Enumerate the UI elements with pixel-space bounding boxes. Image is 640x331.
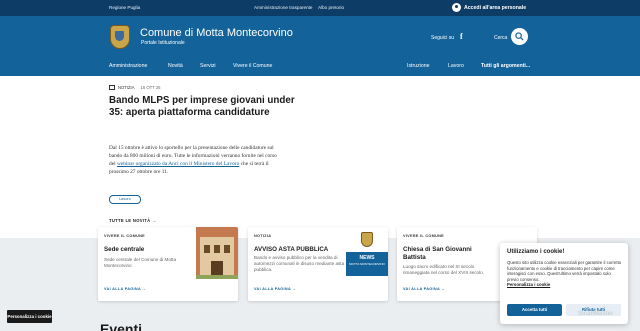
featured-section: NOTIZIA 16 OTT 25 Bando MLPS per imprese… [0,76,640,238]
nav-item-vivere[interactable]: Vivere il Comune [233,63,272,69]
calendar-icon [109,85,115,90]
card-link-label: VAI ALLA PAGINA [403,287,440,291]
nav-item-istruzione[interactable]: Istruzione [407,63,430,69]
albo-link[interactable]: Albo pretorio [318,5,344,10]
thumbnail-town-label: MOTTA MONTECORVINO [349,262,385,266]
watermark: SicanMaster [578,311,614,317]
cookie-text: Questo sito utilizza cookie essenziali p… [507,260,623,288]
news-meta: NOTIZIA 16 OTT 25 [109,85,160,90]
search-icon [515,32,524,41]
nav-item-argomenti[interactable]: Tutti gli argomenti... [481,63,530,69]
card-title[interactable]: Chiesa di San Giovanni Battista [403,246,493,262]
nav-item-amministrazione[interactable]: Amministrazione [109,63,147,69]
login-button[interactable]: Accedi all'area personale [452,3,526,12]
main-nav: Amministrazione Novità Servizi Vivere il… [0,59,640,76]
article-title[interactable]: Bando MLPS per imprese giovani under 35:… [109,95,299,119]
card-link-label: VAI ALLA PAGINA [254,287,291,291]
building-image [196,227,238,279]
site-header: Comune di Motta Montecorvino Portale Ist… [0,16,640,59]
arrow-right-icon: → [140,287,147,291]
top-bar: Regione Puglia Amministrazione trasparen… [0,0,640,16]
card-category: VIVERE IL COMUNE [104,234,146,238]
webinar-link[interactable]: webinar organizzato da Anci con il Minis… [117,161,239,167]
news-date: 16 OTT 25 [140,85,161,90]
crest-logo[interactable] [110,25,130,49]
news-category: NOTIZIA [118,85,135,90]
all-news-label: TUTTE LE NOVITÀ [109,218,151,223]
cookie-settings-link[interactable]: Personalizza i cookie [507,282,550,287]
arrow-right-icon: → [290,287,297,291]
personalize-cookie-button[interactable]: Personalizza i cookie [7,310,52,323]
card-category: VIVERE IL COMUNE [403,234,445,238]
card-link[interactable]: VAI ALLA PAGINA → [254,287,296,291]
facebook-icon[interactable]: f [460,32,463,41]
region-link[interactable]: Regione Puglia [109,5,140,10]
search-label: Cerca [494,35,508,41]
card-link[interactable]: VAI ALLA PAGINA → [403,287,445,291]
user-icon [452,3,461,12]
card-link[interactable]: VAI ALLA PAGINA → [104,287,146,291]
card-category: NOTIZIA [254,234,272,238]
card-title[interactable]: AVVISO ASTA PUBBLICA [254,246,328,254]
arrow-right-icon: → [151,218,157,223]
card-desc: Sede centrale del Comune di Motta Montec… [104,257,177,268]
card-link-label: VAI ALLA PAGINA [104,287,141,291]
thumbnail-news-label: NEWS [359,255,375,261]
nav-item-servizi[interactable]: Servizi [200,63,216,69]
follow-label: Seguici su [431,35,455,41]
cookie-title: Utilizziamo i cookie! [507,249,565,255]
article-body: Dal 15 ottobre è attivo lo sportello per… [109,144,281,176]
arrow-right-icon: → [439,287,446,291]
eventi-heading: Eventi [100,321,143,331]
card-title[interactable]: Sede centrale [104,246,144,254]
card-sede[interactable]: VIVERE IL COMUNE Sede centrale Sede cent… [98,227,238,301]
card-desc: Bando e avviso pubblico per la vendita d… [254,255,345,272]
site-title[interactable]: Comune di Motta Montecorvino [140,27,293,39]
site-subtitle: Portale Istituzionale [141,40,185,46]
login-label: Accedi all'area personale [464,4,527,11]
transparency-link[interactable]: Amministrazione trasparente [254,5,312,10]
cookie-body: Questo sito utilizza cookie essenziali p… [507,260,622,282]
tag-lavoro[interactable]: Lavoro [109,195,141,204]
news-thumbnail: NEWS MOTTA MONTECORVINO [346,230,388,276]
all-news-link[interactable]: TUTTE LE NOVITÀ → [109,218,156,223]
accept-all-button[interactable]: Accetta tutti [507,304,562,316]
card-desc: Luogo sacro edificato nel XI secolo rima… [403,264,484,275]
card-asta[interactable]: NOTIZIA AVVISO ASTA PUBBLICA Bando e avv… [248,227,388,301]
nav-item-lavoro[interactable]: Lavoro [448,63,464,69]
nav-item-novita[interactable]: Novità [168,63,183,69]
search-button[interactable] [511,28,528,45]
